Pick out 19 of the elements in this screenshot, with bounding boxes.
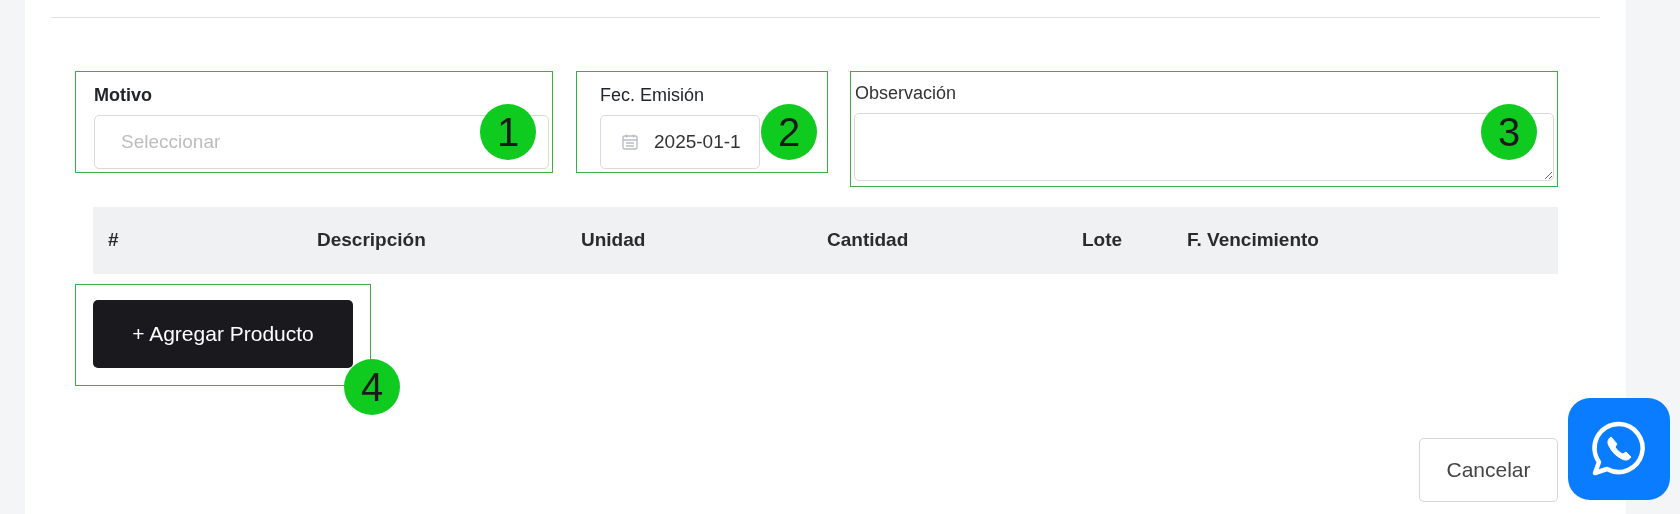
callout-number: 4	[344, 359, 400, 415]
field-label: Observación	[854, 82, 958, 105]
column-header: Lote	[1082, 229, 1123, 251]
callout-number: 3	[1481, 104, 1537, 160]
calendar-icon	[621, 133, 639, 151]
field-label: Motivo	[94, 84, 153, 107]
text-area[interactable]	[854, 113, 1554, 181]
date-field[interactable]: 2025-01-1	[600, 115, 760, 169]
column-header: Descripción	[317, 229, 426, 251]
column-header: Cantidad	[827, 229, 909, 251]
chat-button[interactable]	[1568, 398, 1670, 500]
add-product-button[interactable]: + Agregar Producto	[93, 300, 353, 368]
column-header: Unidad	[581, 229, 646, 251]
callout-number: 1	[480, 104, 536, 160]
field-label: Fec. Emisión	[600, 84, 706, 107]
column-header: F. Vencimiento	[1187, 229, 1319, 251]
cancel-button[interactable]: Cancelar	[1419, 438, 1558, 502]
callout-number: 2	[761, 104, 817, 160]
column-header: #	[108, 229, 119, 251]
